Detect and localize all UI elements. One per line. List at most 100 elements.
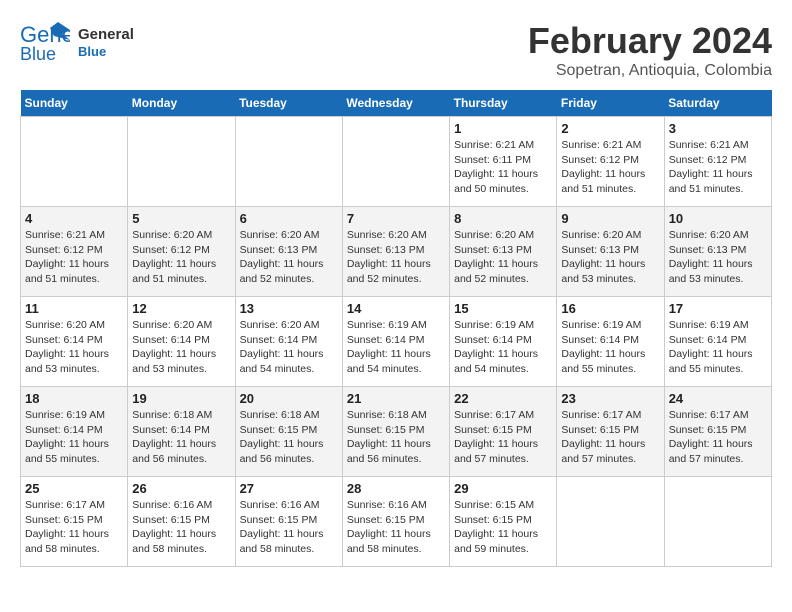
calendar-cell: 4 Sunrise: 6:21 AM Sunset: 6:12 PM Daylig… bbox=[21, 207, 128, 297]
day-number: 19 bbox=[132, 391, 230, 406]
day-info: Sunrise: 6:18 AM Sunset: 6:15 PM Dayligh… bbox=[240, 408, 338, 467]
day-info: Sunrise: 6:17 AM Sunset: 6:15 PM Dayligh… bbox=[561, 408, 659, 467]
calendar-cell bbox=[664, 477, 771, 567]
day-info: Sunrise: 6:20 AM Sunset: 6:12 PM Dayligh… bbox=[132, 228, 230, 287]
calendar-cell: 21 Sunrise: 6:18 AM Sunset: 6:15 PM Dayli… bbox=[342, 387, 449, 477]
day-number: 7 bbox=[347, 211, 445, 226]
day-number: 6 bbox=[240, 211, 338, 226]
calendar-table: SundayMondayTuesdayWednesdayThursdayFrid… bbox=[20, 90, 772, 567]
day-number: 8 bbox=[454, 211, 552, 226]
calendar-cell: 20 Sunrise: 6:18 AM Sunset: 6:15 PM Dayli… bbox=[235, 387, 342, 477]
header-wednesday: Wednesday bbox=[342, 90, 449, 117]
day-info: Sunrise: 6:15 AM Sunset: 6:15 PM Dayligh… bbox=[454, 498, 552, 557]
day-number: 9 bbox=[561, 211, 659, 226]
calendar-cell: 2 Sunrise: 6:21 AM Sunset: 6:12 PM Daylig… bbox=[557, 117, 664, 207]
calendar-cell: 6Sunrise: 6:20 AM Sunset: 6:13 PM Daylig… bbox=[235, 207, 342, 297]
day-info: Sunrise: 6:21 AM Sunset: 6:12 PM Dayligh… bbox=[561, 138, 659, 197]
calendar-cell: 10 Sunrise: 6:20 AM Sunset: 6:13 PM Dayli… bbox=[664, 207, 771, 297]
calendar-cell bbox=[235, 117, 342, 207]
day-number: 27 bbox=[240, 481, 338, 496]
header-tuesday: Tuesday bbox=[235, 90, 342, 117]
header-monday: Monday bbox=[128, 90, 235, 117]
day-number: 21 bbox=[347, 391, 445, 406]
calendar-cell: 9 Sunrise: 6:20 AM Sunset: 6:13 PM Daylig… bbox=[557, 207, 664, 297]
calendar-cell bbox=[128, 117, 235, 207]
day-info: Sunrise: 6:18 AM Sunset: 6:15 PM Dayligh… bbox=[347, 408, 445, 467]
calendar-cell bbox=[342, 117, 449, 207]
week-row-2: 11 Sunrise: 6:20 AM Sunset: 6:14 PM Dayli… bbox=[21, 297, 772, 387]
day-info: Sunrise: 6:20 AM Sunset: 6:13 PM Dayligh… bbox=[669, 228, 767, 287]
day-number: 18 bbox=[25, 391, 123, 406]
calendar-cell: 23 Sunrise: 6:17 AM Sunset: 6:15 PM Dayli… bbox=[557, 387, 664, 477]
day-info: Sunrise: 6:19 AM Sunset: 6:14 PM Dayligh… bbox=[561, 318, 659, 377]
day-number: 15 bbox=[454, 301, 552, 316]
calendar-cell: 19 Sunrise: 6:18 AM Sunset: 6:14 PM Dayli… bbox=[128, 387, 235, 477]
day-info: Sunrise: 6:19 AM Sunset: 6:14 PM Dayligh… bbox=[454, 318, 552, 377]
calendar-cell: 5Sunrise: 6:20 AM Sunset: 6:12 PM Daylig… bbox=[128, 207, 235, 297]
day-number: 1 bbox=[454, 121, 552, 136]
calendar-cell: 24 Sunrise: 6:17 AM Sunset: 6:15 PM Dayli… bbox=[664, 387, 771, 477]
calendar-cell: 3 Sunrise: 6:21 AM Sunset: 6:12 PM Daylig… bbox=[664, 117, 771, 207]
day-number: 20 bbox=[240, 391, 338, 406]
day-number: 10 bbox=[669, 211, 767, 226]
header-friday: Friday bbox=[557, 90, 664, 117]
day-info: Sunrise: 6:17 AM Sunset: 6:15 PM Dayligh… bbox=[669, 408, 767, 467]
calendar-cell: 7 Sunrise: 6:20 AM Sunset: 6:13 PM Daylig… bbox=[342, 207, 449, 297]
day-number: 17 bbox=[669, 301, 767, 316]
day-number: 24 bbox=[669, 391, 767, 406]
day-number: 29 bbox=[454, 481, 552, 496]
day-info: Sunrise: 6:21 AM Sunset: 6:12 PM Dayligh… bbox=[669, 138, 767, 197]
calendar-cell: 11 Sunrise: 6:20 AM Sunset: 6:14 PM Dayli… bbox=[21, 297, 128, 387]
day-info: Sunrise: 6:18 AM Sunset: 6:14 PM Dayligh… bbox=[132, 408, 230, 467]
header-saturday: Saturday bbox=[664, 90, 771, 117]
calendar-cell bbox=[21, 117, 128, 207]
day-info: Sunrise: 6:20 AM Sunset: 6:14 PM Dayligh… bbox=[25, 318, 123, 377]
page-title: February 2024 bbox=[528, 20, 772, 62]
page-header: General Blue General Blue February 2024 … bbox=[20, 20, 772, 80]
calendar-cell: 8 Sunrise: 6:20 AM Sunset: 6:13 PM Daylig… bbox=[450, 207, 557, 297]
title-block: February 2024 Sopetran, Antioquia, Colom… bbox=[528, 20, 772, 80]
day-number: 23 bbox=[561, 391, 659, 406]
calendar-cell: 28 Sunrise: 6:16 AM Sunset: 6:15 PM Dayli… bbox=[342, 477, 449, 567]
day-info: Sunrise: 6:19 AM Sunset: 6:14 PM Dayligh… bbox=[669, 318, 767, 377]
day-info: Sunrise: 6:16 AM Sunset: 6:15 PM Dayligh… bbox=[132, 498, 230, 557]
day-number: 11 bbox=[25, 301, 123, 316]
calendar-cell: 1 Sunrise: 6:21 AM Sunset: 6:11 PM Daylig… bbox=[450, 117, 557, 207]
calendar-cell: 18 Sunrise: 6:19 AM Sunset: 6:14 PM Dayli… bbox=[21, 387, 128, 477]
day-number: 4 bbox=[25, 211, 123, 226]
header-thursday: Thursday bbox=[450, 90, 557, 117]
day-info: Sunrise: 6:21 AM Sunset: 6:12 PM Dayligh… bbox=[25, 228, 123, 287]
day-number: 16 bbox=[561, 301, 659, 316]
day-number: 28 bbox=[347, 481, 445, 496]
svg-text:Blue: Blue bbox=[20, 44, 56, 64]
day-number: 2 bbox=[561, 121, 659, 136]
week-row-0: 1 Sunrise: 6:21 AM Sunset: 6:11 PM Daylig… bbox=[21, 117, 772, 207]
day-info: Sunrise: 6:20 AM Sunset: 6:13 PM Dayligh… bbox=[347, 228, 445, 287]
calendar-cell: 17 Sunrise: 6:19 AM Sunset: 6:14 PM Dayli… bbox=[664, 297, 771, 387]
day-info: Sunrise: 6:21 AM Sunset: 6:11 PM Dayligh… bbox=[454, 138, 552, 197]
day-info: Sunrise: 6:20 AM Sunset: 6:13 PM Dayligh… bbox=[561, 228, 659, 287]
day-number: 14 bbox=[347, 301, 445, 316]
day-info: Sunrise: 6:19 AM Sunset: 6:14 PM Dayligh… bbox=[25, 408, 123, 467]
calendar-cell: 25Sunrise: 6:17 AM Sunset: 6:15 PM Dayli… bbox=[21, 477, 128, 567]
day-number: 22 bbox=[454, 391, 552, 406]
calendar-cell: 29 Sunrise: 6:15 AM Sunset: 6:15 PM Dayli… bbox=[450, 477, 557, 567]
page-subtitle: Sopetran, Antioquia, Colombia bbox=[528, 62, 772, 80]
day-info: Sunrise: 6:16 AM Sunset: 6:15 PM Dayligh… bbox=[240, 498, 338, 557]
day-info: Sunrise: 6:20 AM Sunset: 6:13 PM Dayligh… bbox=[454, 228, 552, 287]
header-sunday: Sunday bbox=[21, 90, 128, 117]
calendar-cell: 22Sunrise: 6:17 AM Sunset: 6:15 PM Dayli… bbox=[450, 387, 557, 477]
calendar-body: 1 Sunrise: 6:21 AM Sunset: 6:11 PM Daylig… bbox=[21, 117, 772, 567]
calendar-cell: 15 Sunrise: 6:19 AM Sunset: 6:14 PM Dayli… bbox=[450, 297, 557, 387]
calendar-header-row: SundayMondayTuesdayWednesdayThursdayFrid… bbox=[21, 90, 772, 117]
calendar-cell: 13Sunrise: 6:20 AM Sunset: 6:14 PM Dayli… bbox=[235, 297, 342, 387]
calendar-cell: 14Sunrise: 6:19 AM Sunset: 6:14 PM Dayli… bbox=[342, 297, 449, 387]
logo-line1: General bbox=[78, 26, 134, 44]
calendar-cell: 16 Sunrise: 6:19 AM Sunset: 6:14 PM Dayli… bbox=[557, 297, 664, 387]
week-row-3: 18 Sunrise: 6:19 AM Sunset: 6:14 PM Dayli… bbox=[21, 387, 772, 477]
calendar-cell: 26 Sunrise: 6:16 AM Sunset: 6:15 PM Dayli… bbox=[128, 477, 235, 567]
day-number: 3 bbox=[669, 121, 767, 136]
week-row-1: 4 Sunrise: 6:21 AM Sunset: 6:12 PM Daylig… bbox=[21, 207, 772, 297]
day-number: 26 bbox=[132, 481, 230, 496]
day-info: Sunrise: 6:16 AM Sunset: 6:15 PM Dayligh… bbox=[347, 498, 445, 557]
